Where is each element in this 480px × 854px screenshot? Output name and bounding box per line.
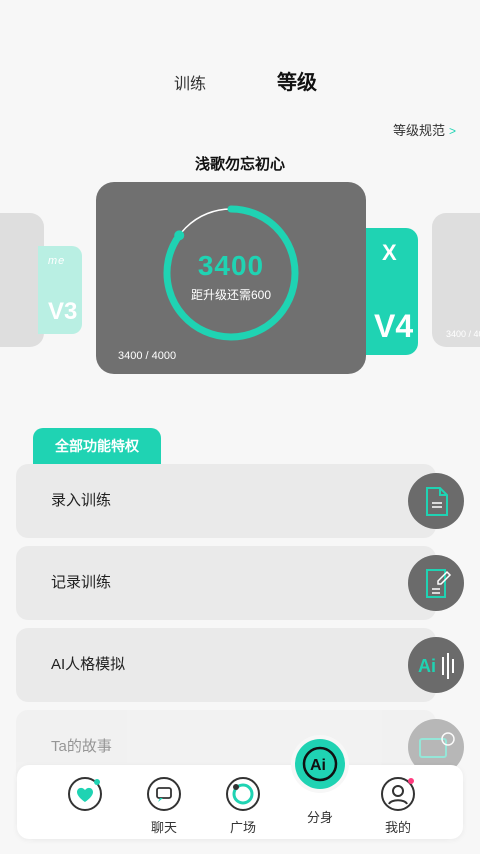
level-card-v5-progress: 3400 / 4000 <box>446 329 480 339</box>
nav-chat[interactable]: 聊天 <box>134 765 194 839</box>
ai-voice-icon: Ai <box>408 637 464 693</box>
level-score: 3400 <box>197 250 265 281</box>
points-to-next-level: 距升级还需600 <box>190 288 272 302</box>
nav-chat-label: 聊天 <box>150 820 177 835</box>
profile-icon <box>381 777 415 811</box>
svg-text:Ai: Ai <box>310 757 326 774</box>
level-card-v3[interactable]: me V3 <box>38 246 82 334</box>
feature-label: AI人格模拟 <box>51 656 126 673</box>
bottom-nav: 聊天 广场 Ai 分身 我的 <box>17 739 463 839</box>
current-level-card: 3400 距升级还需600 3400 / 4000 <box>96 182 366 374</box>
feature-entry-training[interactable]: 录入训练 <box>16 464 464 538</box>
level-card-v5[interactable]: 3400 / 4000 <box>432 213 480 347</box>
nav-square[interactable]: 广场 <box>213 765 273 839</box>
nav-ai-label: 分身 <box>306 810 333 825</box>
x-logo-icon: X <box>382 240 397 265</box>
level-progress-knob <box>174 230 185 241</box>
level-card-v3-label: V3 <box>48 298 78 325</box>
nav-ai-avatar-button[interactable]: Ai <box>295 739 345 789</box>
tab-level[interactable]: 等级 <box>277 66 317 95</box>
top-tabs: 训练 等级 <box>0 62 480 98</box>
level-title: 浅歌勿忘初心 <box>194 156 285 173</box>
level-card-v4[interactable]: X V4 <box>366 228 418 355</box>
feature-label: 记录训练 <box>51 574 112 591</box>
nav-home[interactable] <box>55 765 115 839</box>
nav-me-label: 我的 <box>384 820 411 835</box>
feature-ai-persona[interactable]: AI人格模拟 Ai <box>16 628 464 702</box>
nav-square-label: 广场 <box>229 820 256 835</box>
level-rules-label: 等级规范 <box>392 123 445 138</box>
heart-home-icon <box>68 777 102 811</box>
me-logo-icon: me <box>48 255 66 267</box>
feature-label: 录入训练 <box>51 492 112 509</box>
square-icon <box>226 777 260 811</box>
chevron-right-icon: > <box>448 124 456 138</box>
features-section-title: 全部功能特权 <box>33 428 161 464</box>
nav-me[interactable]: 我的 <box>368 765 428 839</box>
document-icon <box>408 473 464 529</box>
chat-icon <box>147 777 181 811</box>
feature-record-training[interactable]: 记录训练 <box>16 546 464 620</box>
level-card-v4-label: V4 <box>374 308 414 344</box>
edit-document-icon <box>408 555 464 611</box>
svg-text:Ai: Ai <box>418 656 436 676</box>
ai-avatar-icon: Ai <box>302 746 338 782</box>
level-progress-text: 3400 / 4000 <box>118 350 177 362</box>
level-rules-link[interactable]: 等级规范 > <box>393 120 456 139</box>
tab-training[interactable]: 训练 <box>174 70 206 94</box>
